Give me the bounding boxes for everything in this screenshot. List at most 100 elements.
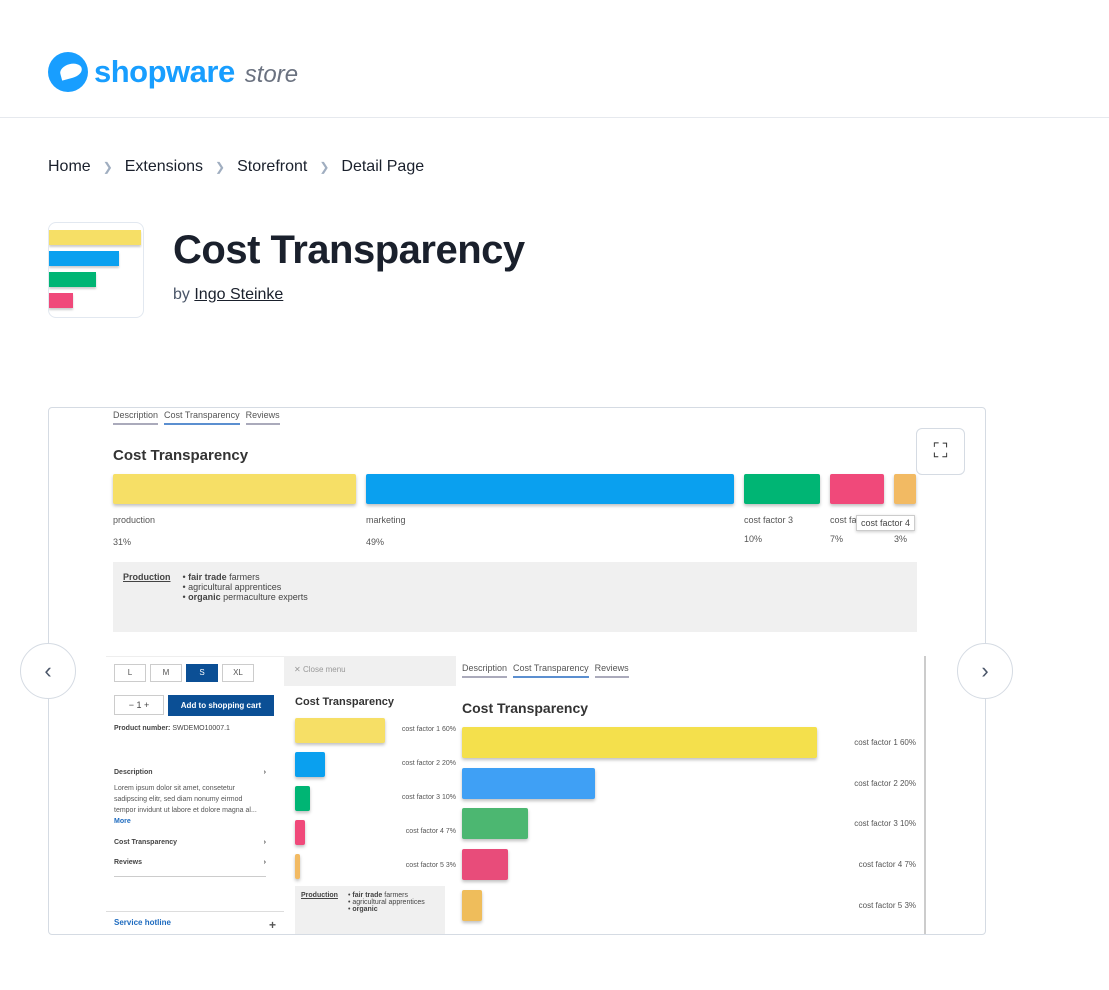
service-hotline-row: Service hotline + xyxy=(106,911,284,934)
add-to-cart-button: Add to shopping cart xyxy=(168,695,274,716)
reviews-row: Reviews › xyxy=(114,859,266,877)
desktop-bar-label: cost factor 4 7% xyxy=(858,860,916,870)
offcanvas-detail: Production fair trade farmersagricultura… xyxy=(295,886,445,934)
shopware-logo-icon xyxy=(48,52,88,92)
quantity-stepper: − 1 + xyxy=(114,695,164,715)
product-number-value: SWDEMO10007.1 xyxy=(172,725,230,732)
side-cost-bar xyxy=(295,752,325,777)
bar-label: cost factor 3 xyxy=(744,515,794,525)
size-option-l: L xyxy=(114,664,146,682)
size-option-s: S xyxy=(186,664,218,682)
breadcrumb-detail-page: Detail Page xyxy=(341,158,425,175)
desktop-cost-bar xyxy=(462,727,817,758)
side-cost-bar xyxy=(295,820,305,845)
desktop-heading: Cost Transparency xyxy=(462,700,589,716)
bar-percent: 10% xyxy=(744,534,763,544)
desktop-cost-bar xyxy=(462,849,508,881)
cost-bar xyxy=(113,474,356,504)
preview-heading: Cost Transparency xyxy=(113,447,249,464)
description-text: Lorem ipsum dolor sit amet, consetetur s… xyxy=(114,783,266,827)
desktop-bar-label: cost factor 1 60% xyxy=(854,738,916,747)
next-slide-button[interactable]: › xyxy=(957,643,1013,699)
chevron-right-icon: ❯ xyxy=(215,160,226,174)
author-link[interactable]: Ingo Steinke xyxy=(194,286,283,303)
tab-cost-transparency: Cost Transparency xyxy=(513,663,589,678)
bar-label: cost fa xyxy=(830,515,857,525)
logo-text: shopware xyxy=(94,54,235,89)
bar-percent: 49% xyxy=(366,537,385,547)
offcanvas-detail-list: fair trade farmersagricultural apprentic… xyxy=(348,892,425,930)
detail-box: Production fair trade farmersagricultura… xyxy=(113,562,917,632)
offcanvas-panel: ✕ Close menu Cost Transparency cost fact… xyxy=(284,656,456,934)
tab-description: Description xyxy=(113,410,159,425)
description-body: Lorem ipsum dolor sit amet, consetetur s… xyxy=(114,785,257,814)
cost-bar xyxy=(366,474,734,504)
chevron-right-icon: › xyxy=(981,658,989,683)
icon-bar xyxy=(49,293,73,308)
description-label: Description xyxy=(114,769,153,776)
tab-description: Description xyxy=(462,663,508,678)
breadcrumb: Home ❯ Extensions ❯ Storefront ❯ Detail Pag… xyxy=(48,158,424,176)
chevron-left-icon: ‹ xyxy=(44,658,52,683)
offcanvas-detail-title: Production xyxy=(301,892,338,899)
breadcrumb-extensions[interactable]: Extensions xyxy=(125,158,203,176)
cost-transparency-label: Cost Transparency xyxy=(114,839,178,846)
shopware-store-logo[interactable]: shopware store xyxy=(48,52,298,92)
desktop-bar-label: cost factor 5 3% xyxy=(858,900,916,910)
detail-item: agricultural apprentices xyxy=(348,899,424,906)
logo-suffix: store xyxy=(244,61,299,88)
reviews-label: Reviews xyxy=(114,859,143,866)
detail-item: agricultural apprentices xyxy=(183,582,308,592)
breadcrumb-storefront[interactable]: Storefront xyxy=(237,158,307,176)
bar-percent: 31% xyxy=(113,537,132,547)
desktop-preview: Description Cost Transparency Reviews Co… xyxy=(456,656,926,934)
breadcrumb-home[interactable]: Home xyxy=(48,158,91,176)
side-bar-label: cost factor 1 60% xyxy=(401,726,456,733)
prev-slide-button[interactable]: ‹ xyxy=(20,643,76,699)
qty-value: 1 xyxy=(136,700,142,710)
detail-item: fair trade farmers xyxy=(348,892,425,899)
preview-tabs: Description Cost Transparency Reviews xyxy=(113,410,280,425)
side-cost-bar xyxy=(295,786,310,811)
cost-bar xyxy=(894,474,916,504)
service-hotline-label: Service hotline xyxy=(114,918,171,927)
offcanvas-heading: Cost Transparency xyxy=(295,696,395,708)
detail-item: fair trade farmers xyxy=(183,572,308,582)
description-row: Description › xyxy=(114,769,266,776)
page-title: Cost Transparency xyxy=(173,228,525,272)
size-option-m: M xyxy=(150,664,182,682)
desktop-cost-bar xyxy=(462,808,528,840)
product-number-label: Product number: xyxy=(114,725,171,732)
bar-percent: 3% xyxy=(894,534,908,544)
icon-bar xyxy=(49,251,119,266)
tab-reviews: Reviews xyxy=(245,410,280,425)
desktop-cost-bar xyxy=(462,767,595,799)
fullscreen-button[interactable]: ⛶ xyxy=(916,428,965,475)
side-bar-label: cost factor 4 7% xyxy=(405,828,456,835)
bar-label: marketing xyxy=(366,515,406,525)
desktop-tabs: Description Cost Transparency Reviews xyxy=(462,663,629,678)
app-icon xyxy=(48,222,144,318)
bar-percent: 7% xyxy=(830,534,844,544)
side-bar-label: cost factor 3 10% xyxy=(401,794,456,801)
icon-bar xyxy=(49,272,96,287)
icon-bar xyxy=(49,230,141,245)
cost-transparency-row: Cost Transparency › xyxy=(114,839,266,846)
close-menu-bar: ✕ Close menu xyxy=(284,656,456,686)
close-menu-label: Close menu xyxy=(302,665,346,674)
product-number: Product number: SWDEMO10007.1 xyxy=(114,725,230,732)
chevron-right-icon: ❯ xyxy=(102,160,113,174)
more-link: More xyxy=(114,818,131,825)
side-cost-bar xyxy=(295,718,385,743)
cost-bar xyxy=(830,474,884,504)
desktop-cost-bar xyxy=(462,889,482,921)
side-cost-bar xyxy=(295,854,300,879)
tab-cost-transparency: Cost Transparency xyxy=(164,410,240,425)
detail-title: Production xyxy=(123,572,171,582)
bar-label: production xyxy=(113,515,156,525)
detail-item: organic permaculture experts xyxy=(183,592,308,602)
fullscreen-icon: ⛶ xyxy=(933,440,948,462)
site-header: shopware store xyxy=(0,0,1109,118)
mobile-product-panel: L M S XL − 1 + Add to shopping cart Product… xyxy=(106,656,284,934)
tooltip: cost factor 4 xyxy=(856,515,916,531)
